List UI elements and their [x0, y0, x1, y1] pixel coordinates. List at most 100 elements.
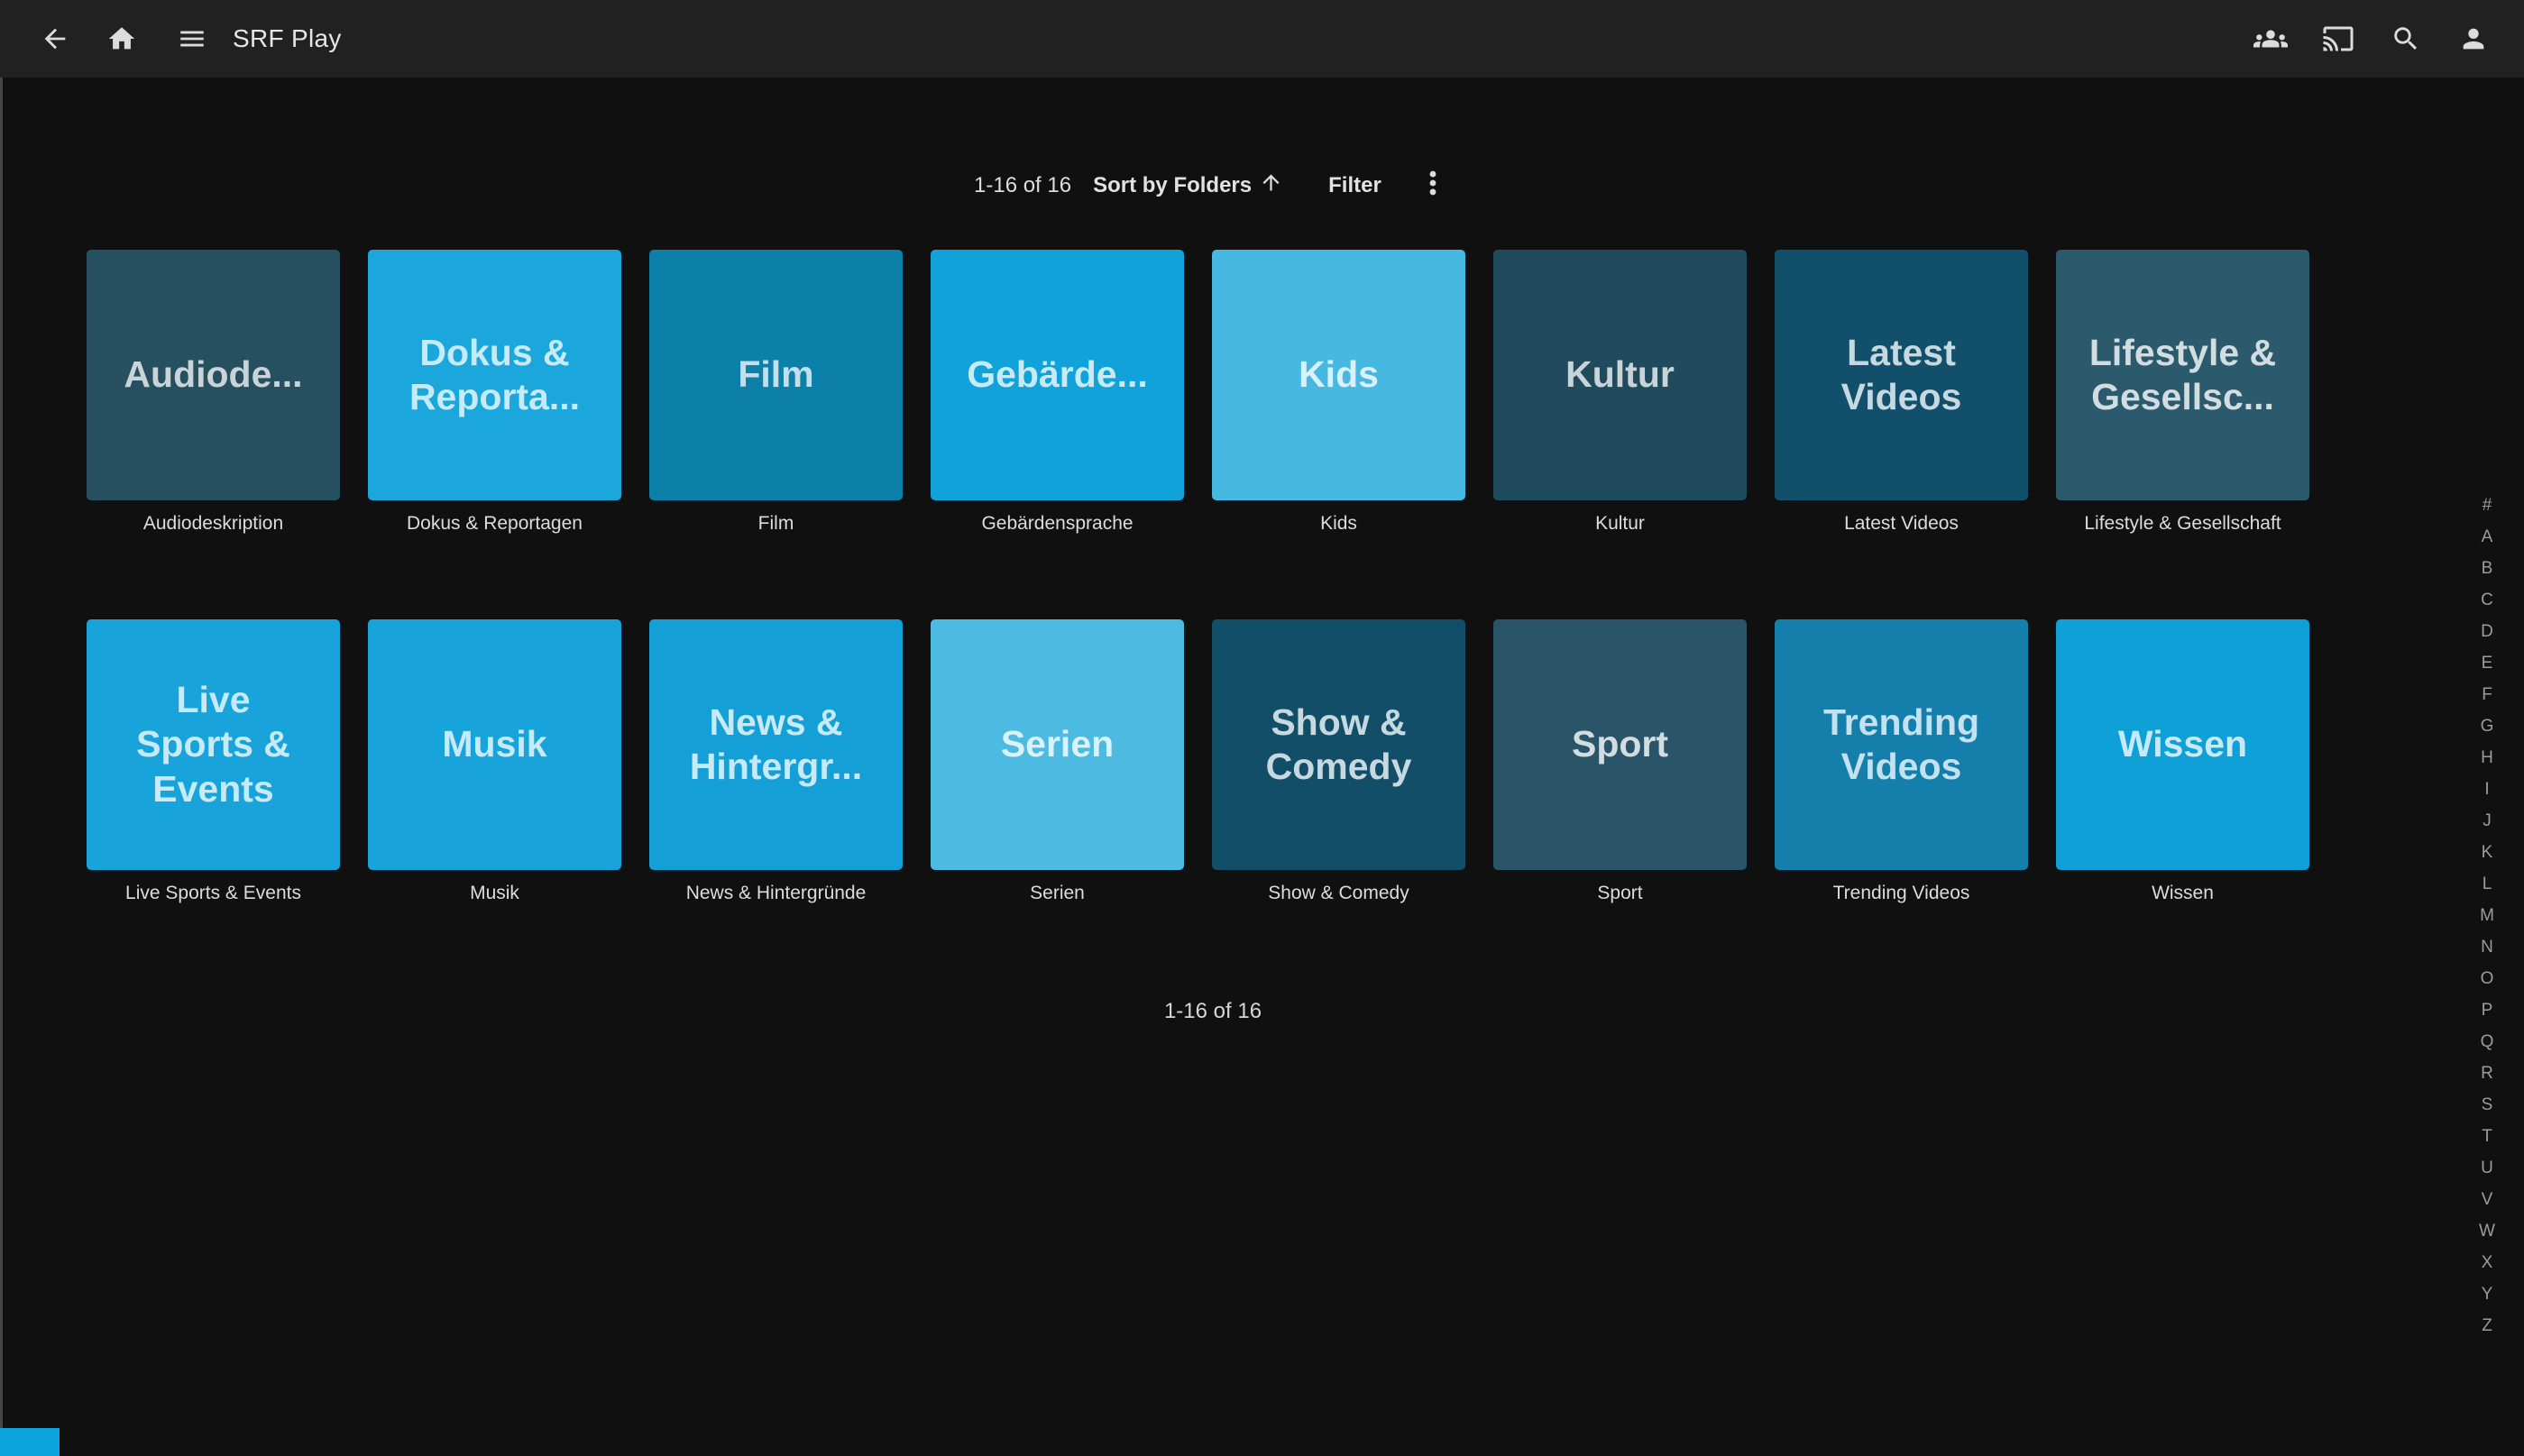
folder-title[interactable]: News & Hintergründe	[686, 883, 867, 904]
folder-tile[interactable]: Serien	[931, 619, 1184, 870]
search-button[interactable]	[2387, 20, 2425, 58]
arrow-left-icon	[40, 23, 70, 54]
folder-title[interactable]: Film	[758, 513, 794, 535]
folder-grid-row-2: Live Sports & Events Live Sports & Event…	[87, 619, 2309, 904]
alpha-letter[interactable]: M	[2464, 900, 2510, 931]
alpha-letter[interactable]: W	[2464, 1215, 2510, 1247]
menu-button[interactable]	[173, 20, 211, 58]
folder-title[interactable]: Latest Videos	[1844, 513, 1959, 535]
folder-tile[interactable]: Trending Videos	[1775, 619, 2028, 870]
alpha-letter[interactable]: Y	[2464, 1278, 2510, 1310]
user-button[interactable]	[2455, 20, 2492, 58]
alpha-letter[interactable]: F	[2464, 679, 2510, 710]
folder-title[interactable]: Dokus & Reportagen	[407, 513, 583, 535]
syncplay-button[interactable]	[2252, 20, 2290, 58]
folder-tile[interactable]: Sport	[1493, 619, 1747, 870]
alpha-letter[interactable]: K	[2464, 837, 2510, 868]
alpha-letter[interactable]: T	[2464, 1121, 2510, 1152]
folder-title[interactable]: Gebärdensprache	[981, 513, 1133, 535]
left-edge-scroll-track	[0, 0, 3, 1456]
folder-card-kids[interactable]: Kids Kids	[1212, 250, 1465, 535]
folder-title[interactable]: Musik	[470, 883, 519, 904]
alpha-letter[interactable]: S	[2464, 1089, 2510, 1121]
folder-card-live-sports-events[interactable]: Live Sports & Events Live Sports & Event…	[87, 619, 340, 904]
alpha-letter[interactable]: G	[2464, 710, 2510, 742]
folder-title[interactable]: Live Sports & Events	[125, 883, 301, 904]
folder-tile[interactable]: Musik	[368, 619, 621, 870]
folder-title[interactable]: Kultur	[1595, 513, 1645, 535]
alpha-letter[interactable]: H	[2464, 742, 2510, 774]
folder-card-kultur[interactable]: Kultur Kultur	[1493, 250, 1747, 535]
folder-title[interactable]: Wissen	[2152, 883, 2214, 904]
folder-card-news-hintergruende[interactable]: News & Hintergr... News & Hintergründe	[649, 619, 903, 904]
alpha-letter[interactable]: L	[2464, 868, 2510, 900]
folder-card-gebaerdensprache[interactable]: Gebärde... Gebärdensprache	[931, 250, 1184, 535]
alpha-letter[interactable]: C	[2464, 584, 2510, 616]
arrow-up-icon	[1252, 170, 1283, 201]
folder-card-wissen[interactable]: Wissen Wissen	[2056, 619, 2309, 904]
sort-button[interactable]: Sort by Folders	[1093, 170, 1283, 201]
folder-title[interactable]: Audiodeskription	[143, 513, 283, 535]
alpha-letter[interactable]: X	[2464, 1247, 2510, 1278]
alpha-letter[interactable]: E	[2464, 647, 2510, 679]
item-count-label: 1-16 of 16	[974, 173, 1071, 198]
folder-tile[interactable]: Film	[649, 250, 903, 500]
folder-title[interactable]: Sport	[1597, 883, 1642, 904]
vertical-dots-icon	[1428, 168, 1437, 205]
alphabet-picker: # A B C D E F G H I J K L M N O P Q R S …	[2464, 490, 2510, 1342]
folder-tile[interactable]: Live Sports & Events	[87, 619, 340, 870]
alpha-letter[interactable]: U	[2464, 1152, 2510, 1184]
folder-title[interactable]: Serien	[1030, 883, 1085, 904]
footer-item-count: 1-16 of 16	[0, 999, 2426, 1024]
cast-button[interactable]	[2319, 20, 2357, 58]
alpha-letter[interactable]: P	[2464, 994, 2510, 1026]
folder-tile[interactable]: Kids	[1212, 250, 1465, 500]
folder-title[interactable]: Show & Comedy	[1268, 883, 1409, 904]
alpha-letter[interactable]: D	[2464, 616, 2510, 647]
filter-button[interactable]: Filter	[1328, 173, 1381, 198]
cast-icon	[2322, 23, 2354, 55]
alpha-letter[interactable]: N	[2464, 931, 2510, 963]
folder-tile[interactable]: News & Hintergr...	[649, 619, 903, 870]
folder-tile[interactable]: Show & Comedy	[1212, 619, 1465, 870]
folder-card-film[interactable]: Film Film	[649, 250, 903, 535]
folder-card-lifestyle-gesellschaft[interactable]: Lifestyle & Gesellsc... Lifestyle & Gese…	[2056, 250, 2309, 535]
alpha-letter[interactable]: V	[2464, 1184, 2510, 1215]
folder-card-trending-videos[interactable]: Trending Videos Trending Videos	[1775, 619, 2028, 904]
folder-title[interactable]: Lifestyle & Gesellschaft	[2084, 513, 2281, 535]
more-options-button[interactable]	[1428, 168, 1437, 205]
bottom-left-accent	[0, 1428, 60, 1456]
back-button[interactable]	[36, 20, 74, 58]
alpha-letter[interactable]: #	[2464, 490, 2510, 521]
folder-card-dokus-reportagen[interactable]: Dokus & Reporta... Dokus & Reportagen	[368, 250, 621, 535]
folder-title[interactable]: Kids	[1320, 513, 1357, 535]
alpha-letter[interactable]: R	[2464, 1058, 2510, 1089]
folder-tile[interactable]: Audiode...	[87, 250, 340, 500]
folder-tile[interactable]: Lifestyle & Gesellsc...	[2056, 250, 2309, 500]
folder-card-show-comedy[interactable]: Show & Comedy Show & Comedy	[1212, 619, 1465, 904]
people-group-icon	[2253, 22, 2288, 56]
alpha-letter[interactable]: A	[2464, 521, 2510, 553]
folder-title[interactable]: Trending Videos	[1833, 883, 1970, 904]
folder-tile[interactable]: Gebärde...	[931, 250, 1184, 500]
folder-tile[interactable]: Latest Videos	[1775, 250, 2028, 500]
person-icon	[2458, 23, 2489, 54]
folder-card-sport[interactable]: Sport Sport	[1493, 619, 1747, 904]
folder-card-audiodeskription[interactable]: Audiode... Audiodeskription	[87, 250, 340, 535]
folder-card-serien[interactable]: Serien Serien	[931, 619, 1184, 904]
alpha-letter[interactable]: J	[2464, 805, 2510, 837]
home-button[interactable]	[103, 20, 141, 58]
folder-tile[interactable]: Dokus & Reporta...	[368, 250, 621, 500]
alpha-letter[interactable]: I	[2464, 774, 2510, 805]
folder-card-latest-videos[interactable]: Latest Videos Latest Videos	[1775, 250, 2028, 535]
alpha-letter[interactable]: B	[2464, 553, 2510, 584]
folder-card-musik[interactable]: Musik Musik	[368, 619, 621, 904]
page-title: SRF Play	[233, 0, 342, 78]
alpha-letter[interactable]: O	[2464, 963, 2510, 994]
alpha-letter[interactable]: Q	[2464, 1026, 2510, 1058]
alpha-letter[interactable]: Z	[2464, 1310, 2510, 1342]
app-bar: SRF Play	[0, 0, 2524, 78]
folder-tile[interactable]: Wissen	[2056, 619, 2309, 870]
home-icon	[106, 23, 137, 54]
folder-tile[interactable]: Kultur	[1493, 250, 1747, 500]
